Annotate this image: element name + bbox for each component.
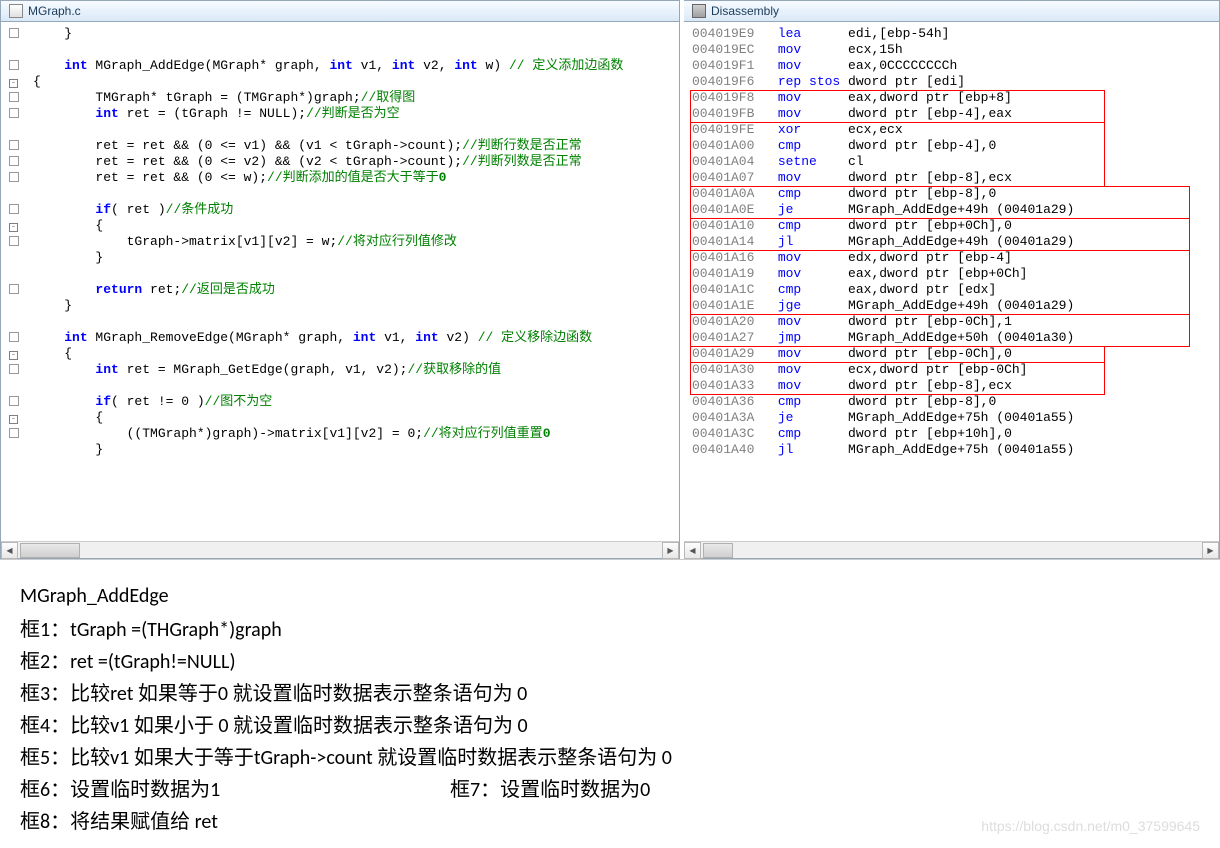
explanation-section: MGraph_AddEdge 框1：tGraph =(THGraph*)grap…	[0, 560, 1220, 848]
source-title: MGraph.c	[28, 4, 81, 18]
code-line[interactable]: if( ret )//条件成功	[3, 202, 677, 218]
explain-row: 框6：设置临时数据为1框7：设置临时数据为0	[20, 774, 1200, 806]
code-line[interactable]: }	[3, 298, 677, 314]
ide-container: MGraph.c } int MGraph_AddEdge(MGraph* gr…	[0, 0, 1220, 560]
explain-row: 框4：比较v1 如果小于 0 就设置临时数据表示整条语句为 0	[20, 710, 1200, 742]
explain-cell: 框3：比较ret 如果等于0 就设置临时数据表示整条语句为 0	[20, 678, 527, 710]
code-line[interactable]: return ret;//返回是否成功	[3, 282, 677, 298]
code-line[interactable]: -{	[3, 74, 677, 90]
disassembly-title: Disassembly	[711, 4, 779, 18]
scroll-right-icon[interactable]: ▶	[662, 542, 679, 559]
code-line[interactable]	[3, 122, 677, 138]
disassembly-line[interactable]: 00401A40 jl MGraph_AddEdge+75h (00401a55…	[692, 442, 1211, 458]
disassembly-line[interactable]: 00401A07 mov dword ptr [ebp-8],ecx	[692, 170, 1211, 186]
code-line[interactable]: int ret = (tGraph != NULL);//判断是否为空	[3, 106, 677, 122]
code-line[interactable]	[3, 378, 677, 394]
disassembly-line[interactable]: 00401A10 cmp dword ptr [ebp+0Ch],0	[692, 218, 1211, 234]
code-line[interactable]: }	[3, 250, 677, 266]
disassembly-line[interactable]: 00401A3C cmp dword ptr [ebp+10h],0	[692, 426, 1211, 442]
disassembly-line[interactable]: 00401A19 mov eax,dword ptr [ebp+0Ch]	[692, 266, 1211, 282]
disassembly-line[interactable]: 004019EC mov ecx,15h	[692, 42, 1211, 58]
disassembly-line[interactable]: 00401A3A je MGraph_AddEdge+75h (00401a55…	[692, 410, 1211, 426]
disassembly-line[interactable]: 00401A33 mov dword ptr [ebp-8],ecx	[692, 378, 1211, 394]
code-line[interactable]: ret = ret && (0 <= w);//判断添加的值是否大于等于0	[3, 170, 677, 186]
disassembly-line[interactable]: 00401A30 mov ecx,dword ptr [ebp-0Ch]	[692, 362, 1211, 378]
scroll-left-icon[interactable]: ◀	[684, 542, 701, 559]
source-code-body[interactable]: } int MGraph_AddEdge(MGraph* graph, int …	[1, 22, 679, 541]
explain-cell: 框4：比较v1 如果小于 0 就设置临时数据表示整条语句为 0	[20, 710, 528, 742]
code-line[interactable]: }	[3, 442, 677, 458]
code-line[interactable]	[3, 314, 677, 330]
disassembly-line[interactable]: 00401A27 jmp MGraph_AddEdge+50h (00401a3…	[692, 330, 1211, 346]
explain-cell: 框2：ret =(tGraph!=NULL)	[20, 646, 236, 678]
disassembly-line[interactable]: 004019FE xor ecx,ecx	[692, 122, 1211, 138]
code-line[interactable]: - {	[3, 346, 677, 362]
disassembly-line[interactable]: 00401A16 mov edx,dword ptr [ebp-4]	[692, 250, 1211, 266]
scroll-thumb[interactable]	[20, 543, 80, 558]
code-line[interactable]	[3, 186, 677, 202]
disassembly-line[interactable]: 00401A29 mov dword ptr [ebp-0Ch],0	[692, 346, 1211, 362]
code-line[interactable]: int MGraph_RemoveEdge(MGraph* graph, int…	[3, 330, 677, 346]
disassembly-body[interactable]: 004019E9 lea edi,[ebp-54h]004019EC mov e…	[684, 22, 1219, 541]
source-pane: MGraph.c } int MGraph_AddEdge(MGraph* gr…	[0, 0, 680, 559]
code-line[interactable]: ret = ret && (0 <= v1) && (v1 < tGraph->…	[3, 138, 677, 154]
disassembly-pane: Disassembly 004019E9 lea edi,[ebp-54h]00…	[684, 0, 1220, 559]
code-line[interactable]: - {	[3, 218, 677, 234]
explain-row: 框3：比较ret 如果等于0 就设置临时数据表示整条语句为 0	[20, 678, 1200, 710]
code-line[interactable]: - {	[3, 410, 677, 426]
c-file-icon	[9, 4, 23, 18]
disassembly-line[interactable]: 00401A0A cmp dword ptr [ebp-8],0	[692, 186, 1211, 202]
disassembly-line[interactable]: 00401A1C cmp eax,dword ptr [edx]	[692, 282, 1211, 298]
disassembly-line[interactable]: 004019F1 mov eax,0CCCCCCCCh	[692, 58, 1211, 74]
code-line[interactable]	[3, 42, 677, 58]
source-scrollbar[interactable]: ◀ ▶	[1, 541, 679, 558]
code-line[interactable]: }	[3, 26, 677, 42]
disassembly-title-bar[interactable]: Disassembly	[684, 1, 1219, 22]
code-line[interactable]: int ret = MGraph_GetEdge(graph, v1, v2);…	[3, 362, 677, 378]
disassembly-line[interactable]: 00401A0E je MGraph_AddEdge+49h (00401a29…	[692, 202, 1211, 218]
source-title-bar[interactable]: MGraph.c	[1, 1, 679, 22]
explain-cell: 框5：比较v1 如果大于等于tGraph->count 就设置临时数据表示整条语…	[20, 742, 672, 774]
code-line[interactable]: int MGraph_AddEdge(MGraph* graph, int v1…	[3, 58, 677, 74]
code-line[interactable]: TMGraph* tGraph = (TMGraph*)graph;//取得图	[3, 90, 677, 106]
disassembly-line[interactable]: 00401A04 setne cl	[692, 154, 1211, 170]
disassembly-line[interactable]: 004019F8 mov eax,dword ptr [ebp+8]	[692, 90, 1211, 106]
code-line[interactable]: ret = ret && (0 <= v2) && (v2 < tGraph->…	[3, 154, 677, 170]
disassembly-line[interactable]: 004019FB mov dword ptr [ebp-4],eax	[692, 106, 1211, 122]
explain-row: 框1：tGraph =(THGraph*)graph	[20, 614, 1200, 646]
explain-row: 框5：比较v1 如果大于等于tGraph->count 就设置临时数据表示整条语…	[20, 742, 1200, 774]
disassembly-line[interactable]: 00401A20 mov dword ptr [ebp-0Ch],1	[692, 314, 1211, 330]
scroll-thumb[interactable]	[703, 543, 733, 558]
disassembly-line[interactable]: 00401A14 jl MGraph_AddEdge+49h (00401a29…	[692, 234, 1211, 250]
disassembly-scrollbar[interactable]: ◀ ▶	[684, 541, 1219, 558]
explain-title: MGraph_AddEdge	[20, 580, 1200, 612]
code-line[interactable]	[3, 266, 677, 282]
code-line[interactable]: if( ret != 0 )//图不为空	[3, 394, 677, 410]
disassembly-line[interactable]: 00401A1E jge MGraph_AddEdge+49h (00401a2…	[692, 298, 1211, 314]
disassembly-line[interactable]: 004019F6 rep stos dword ptr [edi]	[692, 74, 1211, 90]
explain-row: 框2：ret =(tGraph!=NULL)	[20, 646, 1200, 678]
explain-cell: 框6：设置临时数据为1	[20, 774, 450, 806]
scroll-left-icon[interactable]: ◀	[1, 542, 18, 559]
code-line[interactable]: ((TMGraph*)graph)->matrix[v1][v2] = 0;//…	[3, 426, 677, 442]
explain-cell: 框7：设置临时数据为0	[450, 774, 650, 806]
disassembly-line[interactable]: 00401A00 cmp dword ptr [ebp-4],0	[692, 138, 1211, 154]
scroll-right-icon[interactable]: ▶	[1202, 542, 1219, 559]
code-line[interactable]: tGraph->matrix[v1][v2] = w;//将对应行列值修改	[3, 234, 677, 250]
watermark: https://blog.csdn.net/m0_37599645	[981, 810, 1200, 842]
disassembly-line[interactable]: 004019E9 lea edi,[ebp-54h]	[692, 26, 1211, 42]
disassembly-line[interactable]: 00401A36 cmp dword ptr [ebp-8],0	[692, 394, 1211, 410]
explain-cell: 框1：tGraph =(THGraph*)graph	[20, 614, 282, 646]
disassembly-icon	[692, 4, 706, 18]
